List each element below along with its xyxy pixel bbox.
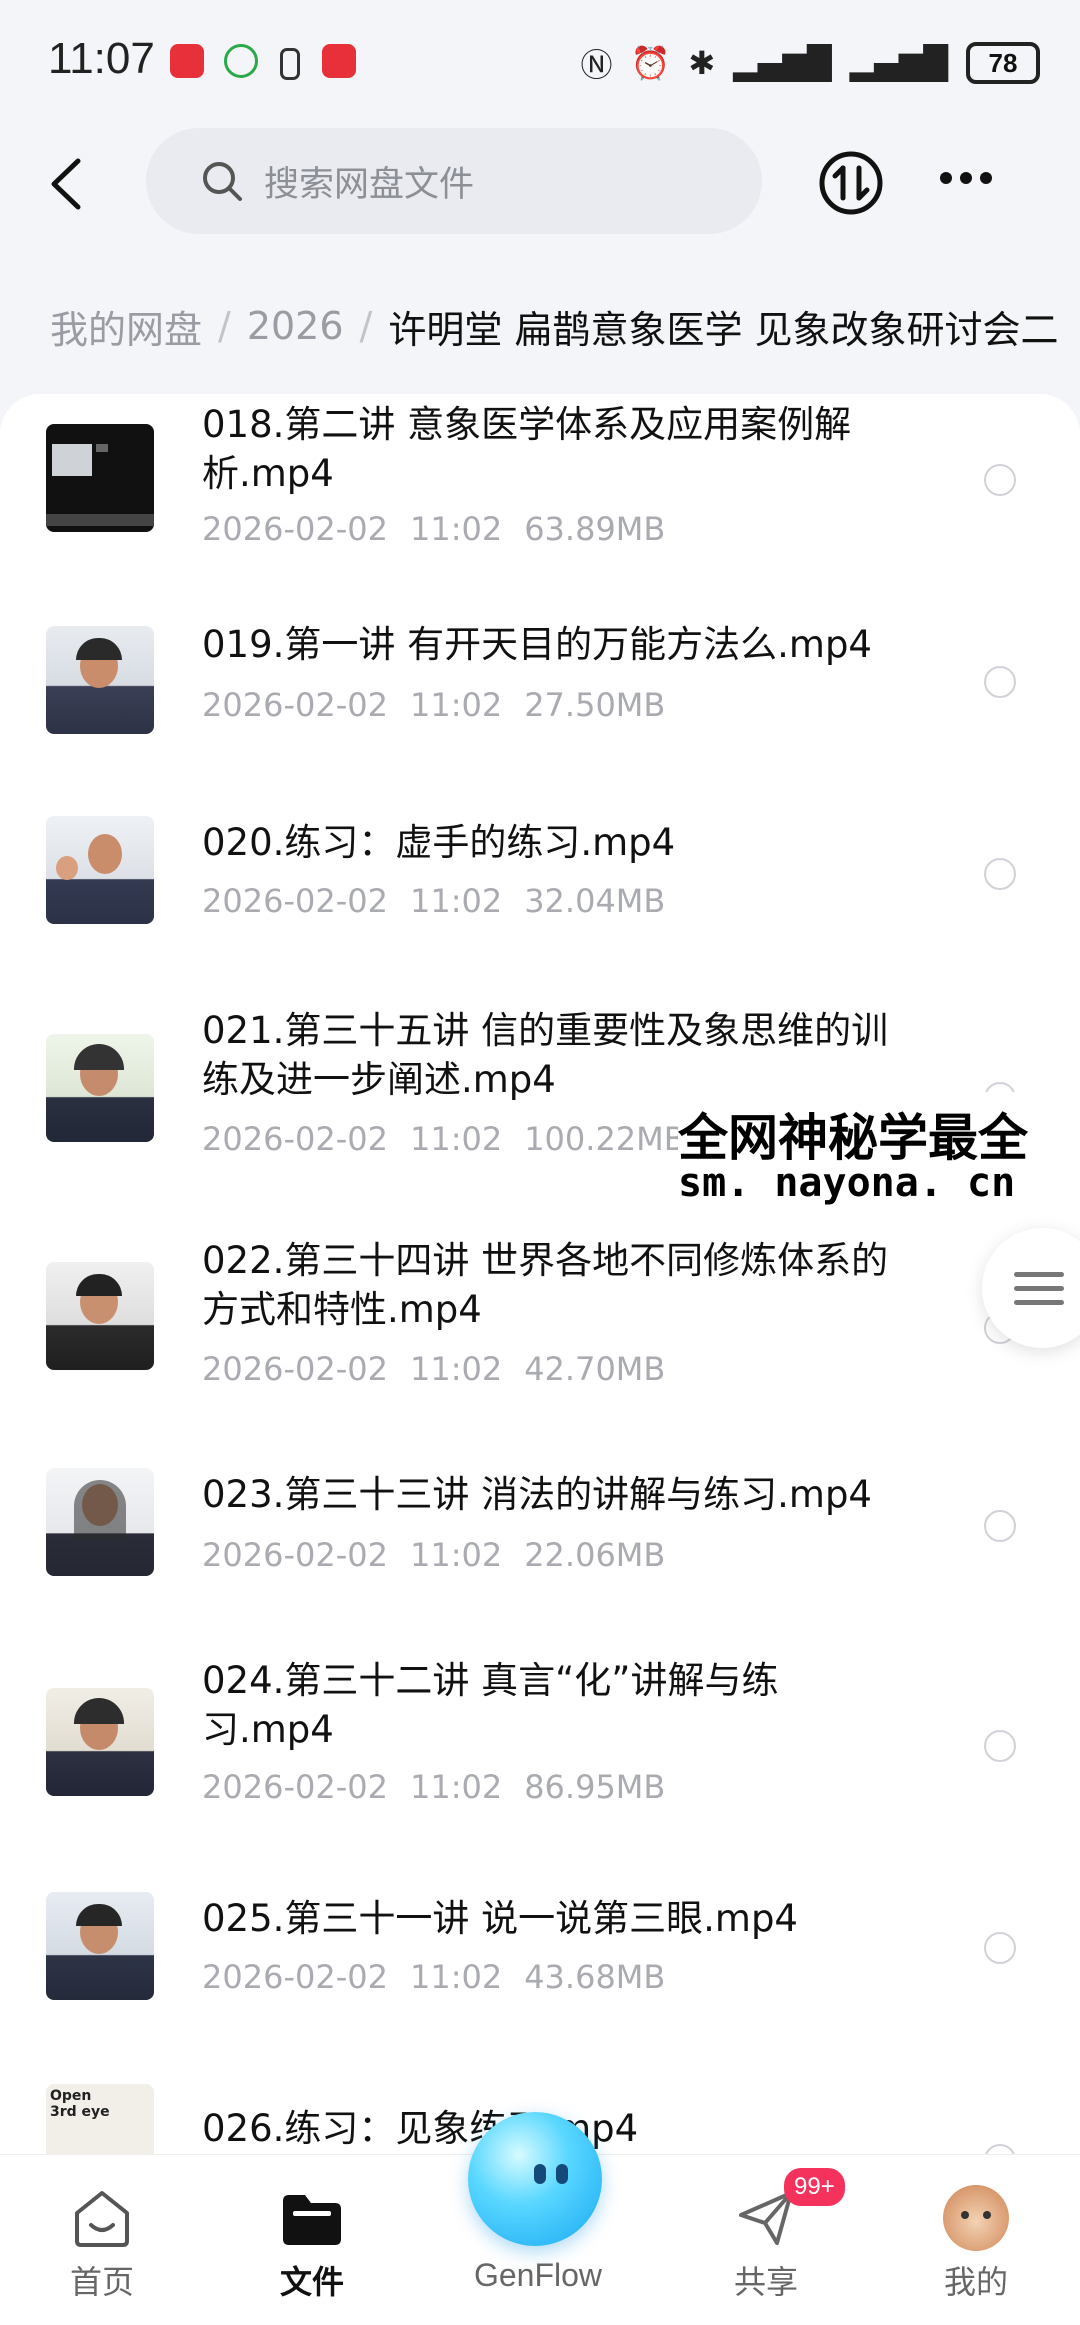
watermark-overlay: 全网神秘学最全 sm. nayona. cn	[678, 1092, 1080, 1222]
file-name: 018.第二讲 意象医学体系及应用案例解析.mp4	[202, 403, 852, 495]
back-arrow-icon	[51, 158, 81, 210]
file-row[interactable]: 022.第三十四讲 世界各地不同修炼体系的方式和特性.mp4 2026-02-0…	[0, 1234, 1080, 1454]
avatar	[943, 2185, 1009, 2251]
file-name: 019.第一讲 有开天目的万能方法么.mp4	[202, 623, 872, 666]
file-row[interactable]: 025.第三十一讲 说一说第三眼.mp4 2026-02-02 11:02 43.6…	[0, 1884, 1080, 2084]
more-button[interactable]	[940, 172, 1000, 194]
tab-files[interactable]: 文件	[222, 2155, 402, 2325]
breadcrumb-current: 许明堂 扁鹊意象医学 见象改象研讨会二	[388, 307, 1059, 352]
video-thumbnail	[46, 424, 154, 532]
tab-home-label: 首页	[69, 2263, 134, 2301]
thumbnail-caption: Open 3rd eye	[50, 2088, 110, 2120]
battery-indicator: 78	[966, 42, 1040, 84]
genflow-mascot-icon[interactable]	[468, 2112, 602, 2246]
tab-genflow-label: GenFlow	[473, 2257, 603, 2293]
file-name: 020.练习：虚手的练习.mp4	[202, 821, 676, 864]
signal-icon: ▂▄▆█	[733, 44, 832, 82]
select-radio[interactable]	[984, 2144, 1016, 2154]
status-bar: 11:07 Ⓝ ⏰ ✱ ▂▄▆█ ▂▄▆█ 78	[0, 0, 1080, 120]
search-placeholder: 搜索网盘文件	[264, 164, 475, 205]
file-name: 021.第三十五讲 信的重要性及象思维的训练及进一步阐述.mp4	[202, 1009, 889, 1101]
video-thumbnail	[46, 1468, 154, 1576]
mobile-app-icon	[224, 44, 258, 78]
back-button[interactable]	[40, 154, 90, 214]
file-row[interactable]: 018.第二讲 意象医学体系及应用案例解析.mp4 2026-02-02 11:0…	[0, 394, 1080, 594]
breadcrumb-root[interactable]: 我的网盘	[50, 299, 202, 354]
file-meta: 2026-02-02 11:02 42.70MB	[202, 1350, 666, 1388]
file-meta: 2026-02-02 11:02 32.04MB	[202, 882, 666, 920]
breadcrumb-year[interactable]: 2026	[247, 304, 344, 348]
video-thumbnail	[46, 1034, 154, 1142]
search-input[interactable]: 搜索网盘文件	[146, 128, 762, 234]
status-right-icons: Ⓝ ⏰ ✱ ▂▄▆█ ▂▄▆█ 78	[580, 40, 1040, 86]
home-icon	[75, 2191, 129, 2247]
file-meta: 2026-02-02 11:02 63.89MB	[202, 510, 666, 548]
select-radio[interactable]	[984, 1932, 1016, 1964]
video-thumbnail	[46, 1262, 154, 1370]
file-name: 024.第三十二讲 真言“化”讲解与练习.mp4	[202, 1659, 779, 1751]
file-name: 023.第三十三讲 消法的讲解与练习.mp4	[202, 1473, 872, 1516]
bluetooth-icon: ✱	[688, 44, 716, 82]
select-radio[interactable]	[984, 666, 1016, 698]
file-row[interactable]: 019.第一讲 有开天目的万能方法么.mp4 2026-02-02 11:02 27…	[0, 594, 1080, 794]
tab-mine[interactable]: 我的	[886, 2155, 1066, 2325]
transfer-button[interactable]	[818, 150, 884, 216]
huawei-app-icon	[170, 44, 204, 78]
nfc-icon: Ⓝ	[580, 46, 613, 84]
file-meta: 2026-02-02 11:02 27.50MB	[202, 686, 666, 724]
file-row[interactable]: 023.第三十三讲 消法的讲解与练习.mp4 2026-02-02 11:02 22…	[0, 1454, 1080, 1654]
breadcrumb-separator: /	[218, 304, 231, 348]
file-meta: 2026-02-02 11:02 22.06MB	[202, 1536, 666, 1574]
video-thumbnail	[46, 1688, 154, 1796]
watermark-url: sm. nayona. cn	[678, 1160, 1016, 1206]
top-bar: 搜索网盘文件	[0, 120, 1080, 240]
share-badge: 99+	[784, 2168, 845, 2206]
status-time: 11:07	[48, 34, 155, 83]
file-row[interactable]: 024.第三十二讲 真言“化”讲解与练习.mp4 2026-02-02 11:02…	[0, 1654, 1080, 1884]
tab-home[interactable]: 首页	[12, 2155, 192, 2325]
signal-2-icon: ▂▄▆█	[849, 44, 948, 82]
breadcrumb: 我的网盘 / 2026 / 许明堂 扁鹊意象医学 见象改象研讨会二	[50, 296, 1080, 356]
file-row[interactable]: 020.练习：虚手的练习.mp4 2026-02-02 11:02 32.04MB	[0, 794, 1080, 1004]
video-thumbnail	[46, 816, 154, 924]
search-icon	[203, 162, 242, 201]
tab-mine-label: 我的	[943, 2263, 1008, 2301]
file-list: 018.第二讲 意象医学体系及应用案例解析.mp4 2026-02-02 11:0…	[0, 394, 1080, 2154]
tab-share-label: 共享	[733, 2263, 798, 2301]
video-thumbnail	[46, 626, 154, 734]
file-meta: 2026-02-02 11:02 100.22MB	[202, 1120, 686, 1158]
link-icon	[280, 48, 300, 80]
select-radio[interactable]	[984, 858, 1016, 890]
file-name: 022.第三十四讲 世界各地不同修炼体系的方式和特性.mp4	[202, 1239, 889, 1331]
alarm-icon: ⏰	[630, 44, 671, 82]
red-app-icon	[322, 44, 356, 78]
tab-files-label: 文件	[279, 2263, 344, 2301]
select-radio[interactable]	[984, 464, 1016, 496]
select-radio[interactable]	[984, 1730, 1016, 1762]
breadcrumb-separator: /	[359, 304, 373, 348]
video-thumbnail	[46, 1892, 154, 2000]
select-radio[interactable]	[984, 1510, 1016, 1542]
folder-icon	[283, 2195, 341, 2245]
file-meta: 2026-02-02 11:02 43.68MB	[202, 1958, 666, 1996]
video-thumbnail: Open 3rd eye	[46, 2084, 154, 2154]
file-meta: 2026-02-02 11:02 86.95MB	[202, 1768, 666, 1806]
battery-level: 78	[988, 47, 1018, 78]
file-name: 025.第三十一讲 说一说第三眼.mp4	[202, 1897, 798, 1940]
